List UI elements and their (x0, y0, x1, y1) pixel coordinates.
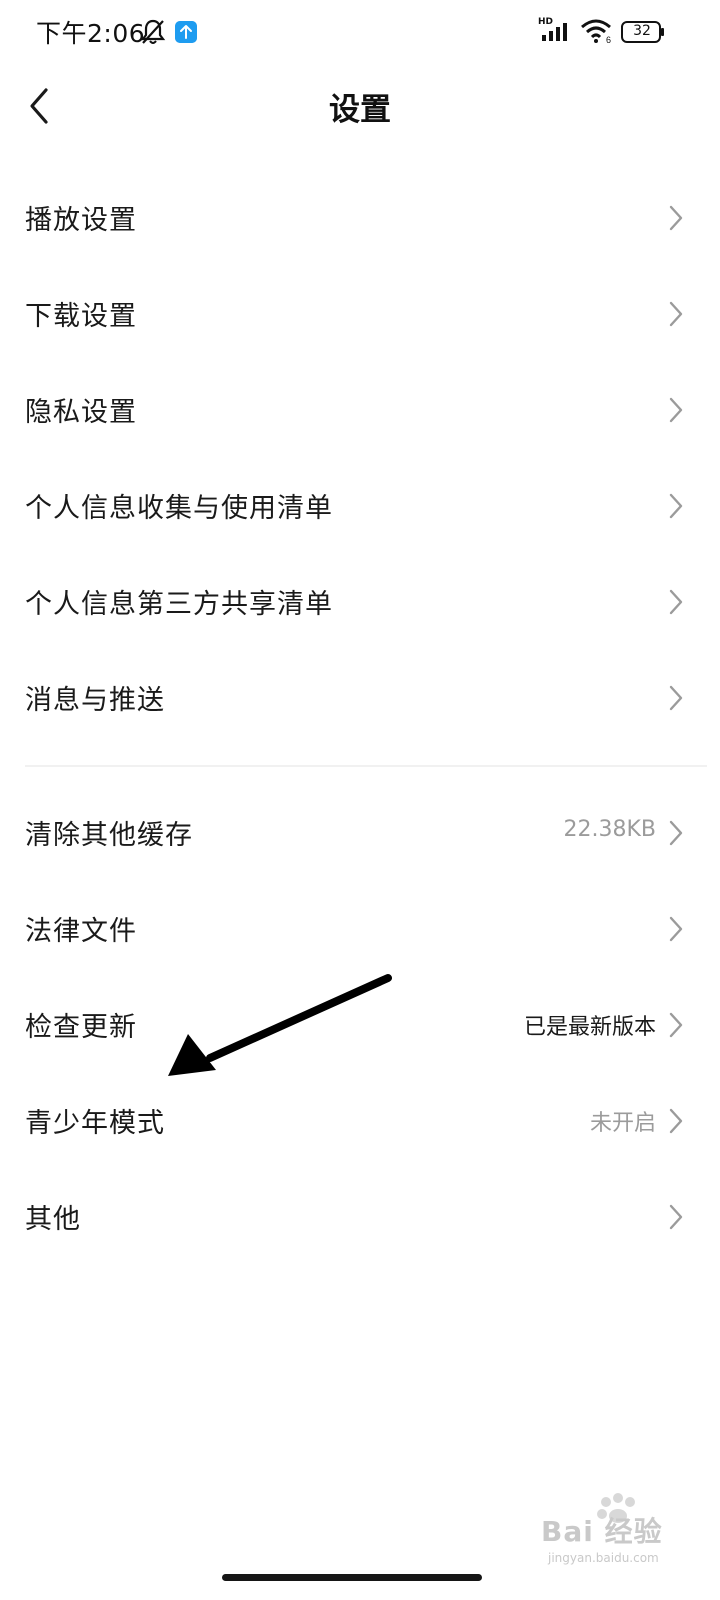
settings-row-download[interactable]: 下载设置 (0, 266, 720, 362)
section-divider (25, 765, 707, 767)
chevron-right-icon (669, 1012, 683, 1038)
settings-row-label: 清除其他缓存 (25, 820, 193, 851)
settings-row-label: 其他 (25, 1204, 81, 1235)
chevron-right-icon (669, 1204, 683, 1230)
status-bar: 下午2:06 HD 6 32 (0, 0, 720, 64)
teen-mode-status-value: 未开启 (589, 1111, 656, 1136)
chevron-right-icon (669, 916, 683, 942)
settings-row-legal[interactable]: 法律文件 (0, 881, 720, 977)
settings-row-label: 播放设置 (25, 205, 137, 236)
update-status-value: 已是最新版本 (523, 1015, 656, 1040)
watermark-brand: Bai 经验 (541, 1515, 663, 1548)
settings-row-third-party-sharing[interactable]: 个人信息第三方共享清单 (0, 554, 720, 650)
upload-notification-icon (175, 21, 197, 43)
home-indicator[interactable] (222, 1574, 482, 1581)
settings-row-notifications[interactable]: 消息与推送 (0, 650, 720, 746)
chevron-right-icon (669, 685, 683, 711)
settings-row-teen-mode[interactable]: 青少年模式 未开启 (0, 1073, 720, 1169)
settings-group-primary: 播放设置 下载设置 隐私设置 个人信息收集与使用清单 个人信息第三方共享清单 消… (0, 170, 720, 746)
settings-row-label: 检查更新 (25, 1012, 137, 1043)
wifi-icon: 6 (581, 19, 611, 44)
chevron-right-icon (669, 589, 683, 615)
chevron-right-icon (669, 493, 683, 519)
chevron-right-icon (669, 301, 683, 327)
settings-row-other[interactable]: 其他 (0, 1169, 720, 1265)
chevron-right-icon (669, 820, 683, 846)
settings-row-label: 个人信息第三方共享清单 (25, 589, 333, 620)
chevron-right-icon (669, 397, 683, 423)
bell-muted-icon (140, 19, 166, 44)
settings-row-clear-cache[interactable]: 清除其他缓存 22.38KB (0, 785, 720, 881)
settings-row-label: 隐私设置 (25, 397, 137, 428)
settings-row-label: 个人信息收集与使用清单 (25, 493, 333, 524)
status-time: 下午2:06 (36, 19, 146, 48)
annotation-arrow-icon (168, 974, 392, 1076)
settings-row-info-collection[interactable]: 个人信息收集与使用清单 (0, 458, 720, 554)
settings-row-label: 下载设置 (25, 301, 137, 332)
cellular-signal-icon (542, 23, 567, 41)
settings-row-privacy[interactable]: 隐私设置 (0, 362, 720, 458)
settings-row-label: 青少年模式 (25, 1108, 165, 1139)
header: 设置 (0, 64, 720, 148)
settings-row-playback[interactable]: 播放设置 (0, 170, 720, 266)
wifi-badge: 6 (606, 35, 611, 44)
chevron-right-icon (669, 1108, 683, 1134)
settings-row-label: 消息与推送 (25, 685, 165, 716)
page-title: 设置 (329, 92, 391, 128)
battery-level: 32 (633, 23, 651, 39)
watermark-url: jingyan.baidu.com (548, 1551, 659, 1565)
chevron-right-icon (669, 205, 683, 231)
settings-row-label: 法律文件 (25, 916, 137, 947)
cache-size-value: 22.38KB (563, 817, 656, 842)
